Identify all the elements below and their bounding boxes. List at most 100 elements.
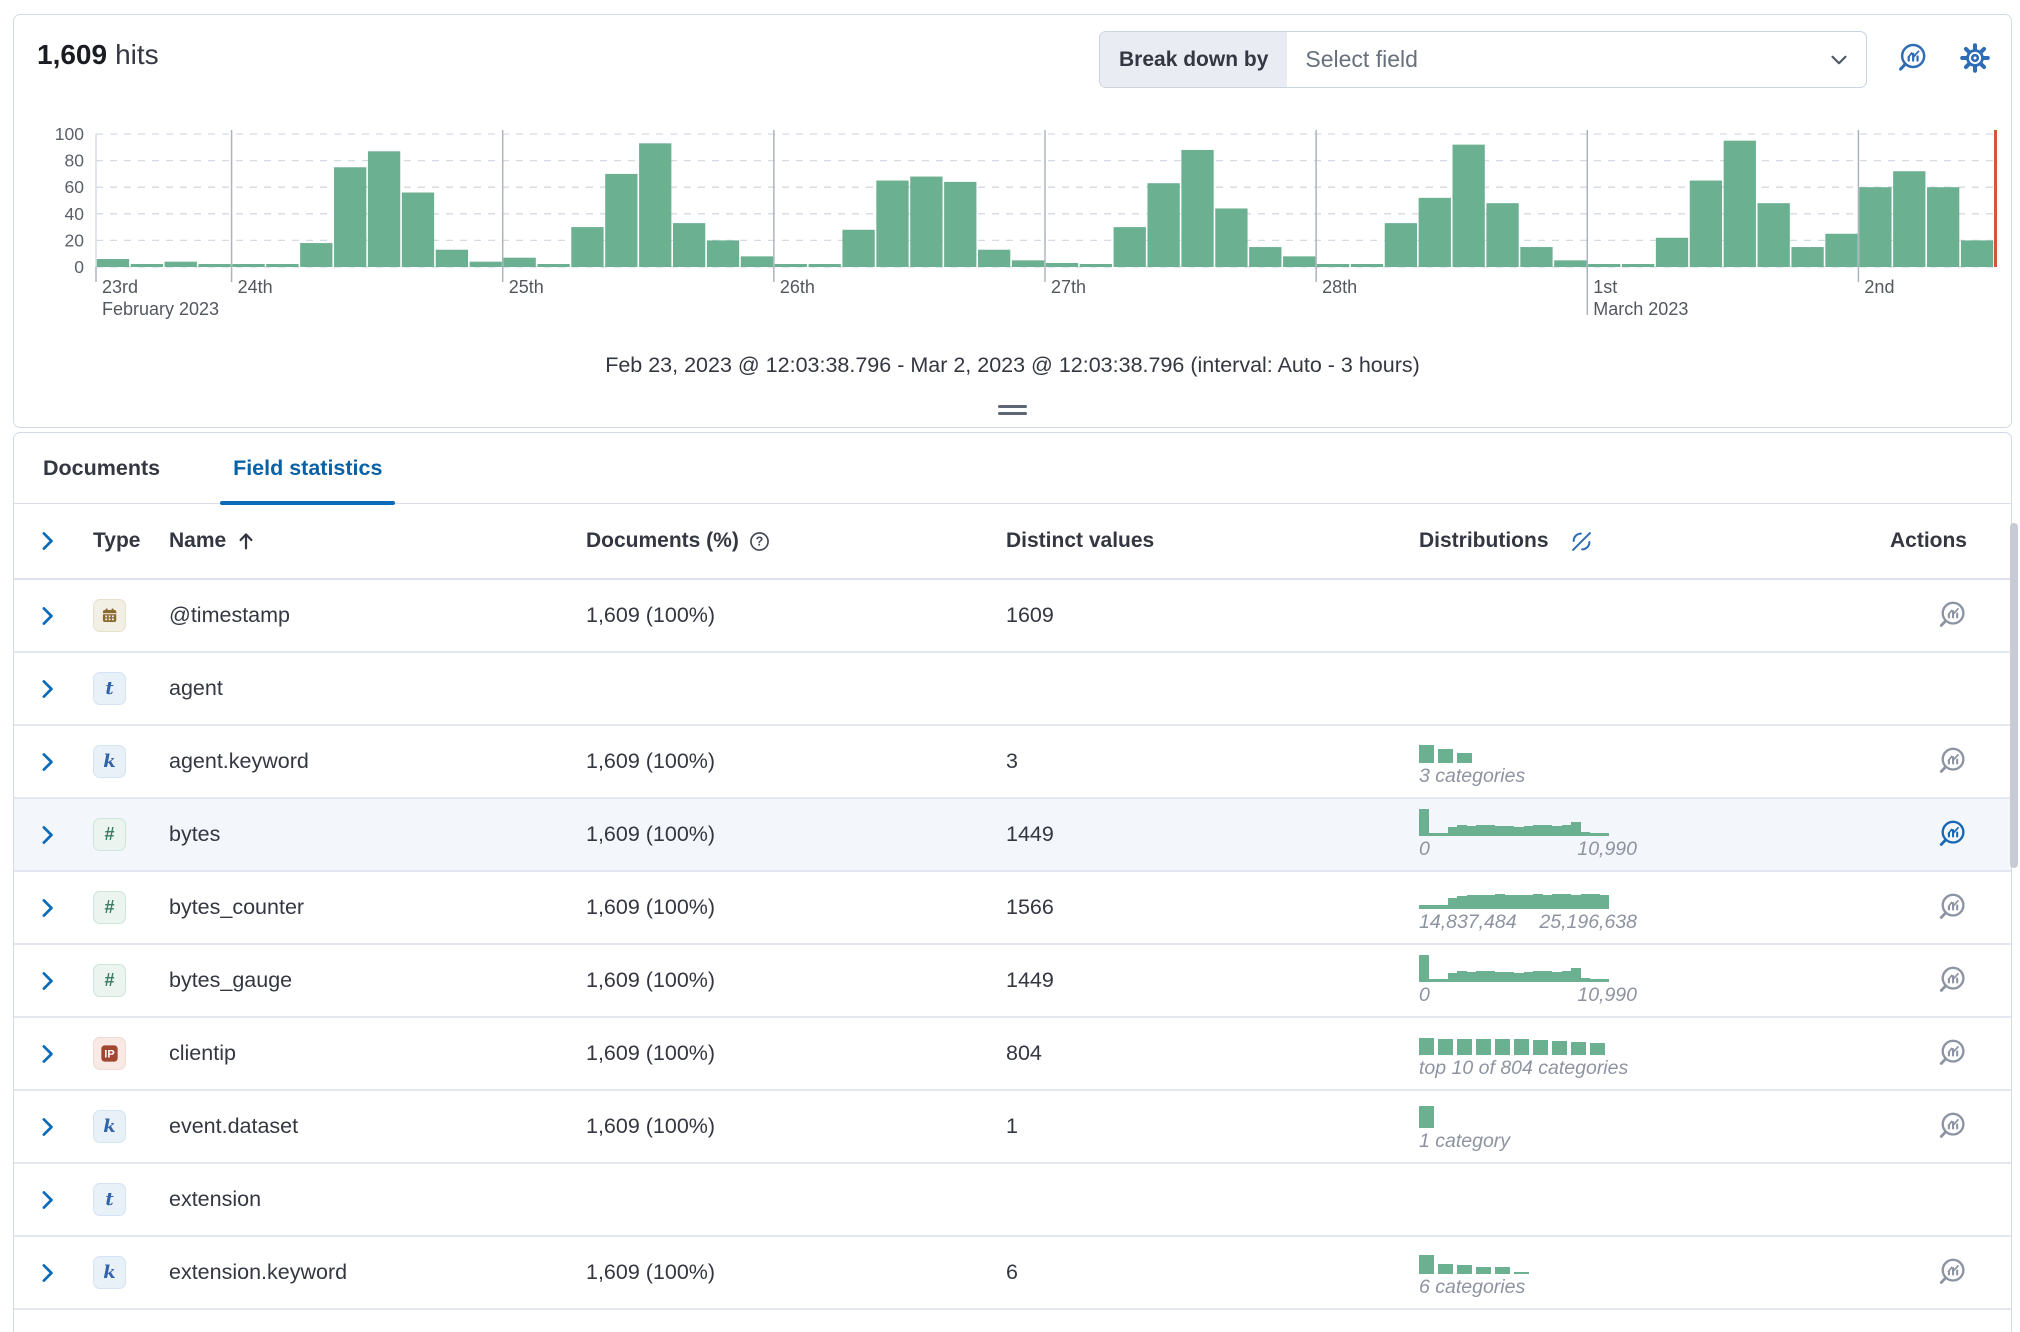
svg-text:26th: 26th (780, 277, 815, 297)
question-circle-icon[interactable]: ? (748, 530, 771, 553)
documents-percent: 1,609 (100%) (586, 749, 1006, 774)
svg-text:23rd: 23rd (102, 277, 138, 297)
hits-histogram-chart[interactable]: 02040608010023rdFebruary 202324th25th26t… (14, 126, 2013, 329)
field-visualize-button[interactable] (1936, 746, 1967, 777)
field-name: event.dataset (169, 1114, 586, 1139)
expand-row-button[interactable] (37, 1189, 59, 1211)
expand-row-button[interactable] (37, 897, 59, 919)
chart-options-button[interactable] (1955, 40, 1995, 80)
scrollbar-thumb[interactable] (2010, 523, 2018, 868)
documents-percent: 1,609 (100%) (586, 822, 1006, 847)
table-row: #bytes1,609 (100%)1449010,990 (14, 799, 2011, 872)
distributions-toggle-icon[interactable] (1568, 528, 1595, 555)
distinct-values: 1 (1006, 1114, 1419, 1139)
field-visualize-button[interactable] (1936, 965, 1967, 996)
distribution-preview[interactable]: top 10 of 804 categories (1419, 1028, 1879, 1080)
field-visualize-button[interactable] (1936, 1111, 1967, 1142)
table-row (14, 1310, 2011, 1332)
field-name: extension.keyword (169, 1260, 586, 1285)
svg-text:20: 20 (65, 230, 85, 250)
field-visualize-button[interactable] (1936, 1257, 1967, 1288)
svg-text:24th: 24th (238, 277, 273, 297)
svg-text:IP: IP (104, 1049, 114, 1061)
distinct-values: 804 (1006, 1041, 1419, 1066)
distinct-values: 1449 (1006, 822, 1419, 847)
inspect-chart-button[interactable] (1891, 40, 1931, 80)
field-type-icon-date (93, 599, 126, 632)
distinct-values: 1449 (1006, 968, 1419, 993)
documents-percent: 1,609 (100%) (586, 895, 1006, 920)
tab-documents[interactable]: Documents (30, 433, 173, 503)
expand-row-button[interactable] (37, 1116, 59, 1138)
expand-all-button[interactable] (37, 530, 59, 552)
expand-row-button[interactable] (37, 751, 59, 773)
gear-icon (1959, 42, 1991, 77)
field-name: agent.keyword (169, 749, 586, 774)
field-name: @timestamp (169, 603, 586, 628)
chart-magnifier-icon (1895, 42, 1928, 78)
distinct-values: 1609 (1006, 603, 1419, 628)
column-header-actions: Actions (1879, 529, 2011, 553)
sort-ascending-icon (235, 530, 257, 552)
field-type-icon-number: # (93, 964, 126, 997)
field-type-icon-keyword: k (93, 1256, 126, 1289)
table-row: @timestamp1,609 (100%)1609 (14, 580, 2011, 653)
svg-text:100: 100 (55, 126, 84, 144)
expand-row-button[interactable] (37, 678, 59, 700)
hits-count: 1,609 (37, 39, 107, 70)
table-row: kevent.dataset1,609 (100%)11 category (14, 1091, 2011, 1164)
field-visualize-button[interactable] (1936, 819, 1967, 850)
distribution-preview[interactable]: 010,990 (1419, 809, 1879, 861)
expand-row-button[interactable] (37, 605, 59, 627)
column-header-distinct-values: Distinct values (1006, 529, 1419, 553)
expand-row-button[interactable] (37, 1043, 59, 1065)
documents-percent: 1,609 (100%) (586, 1114, 1006, 1139)
table-row: IPclientip1,609 (100%)804top 10 of 804 c… (14, 1018, 2011, 1091)
expand-row-button[interactable] (37, 1262, 59, 1284)
svg-text:0: 0 (74, 257, 84, 277)
field-name: extension (169, 1187, 586, 1212)
field-type-icon-text: t (93, 672, 126, 705)
distribution-preview[interactable]: 010,990 (1419, 955, 1879, 1007)
distribution-preview[interactable]: 3 categories (1419, 736, 1879, 788)
expand-row-button[interactable] (37, 970, 59, 992)
time-range-caption: Feb 23, 2023 @ 12:03:38.796 - Mar 2, 202… (14, 353, 2011, 378)
table-row: # bytes_gauge1,609 (100%)1449010,990 (14, 945, 2011, 1018)
field-type-icon-number: # (93, 891, 126, 924)
distribution-preview[interactable]: 1 category (1419, 1101, 1879, 1153)
tab-bar: Documents Field statistics (14, 433, 2011, 504)
field-visualize-button[interactable] (1936, 1038, 1967, 1069)
column-header-documents: Documents (%) ? (586, 529, 1006, 553)
tab-field-statistics[interactable]: Field statistics (220, 433, 395, 503)
field-type-icon-text: t (93, 1183, 126, 1216)
chart-controls: Break down by Select field (1099, 31, 1995, 88)
table-header-row: Type Name Documents (%) ? Distinct value… (14, 504, 2011, 580)
table-row: t extension (14, 1164, 2011, 1237)
field-table-body: @timestamp1,609 (100%)1609tagentkagent.k… (14, 580, 2011, 1332)
documents-percent: 1,609 (100%) (586, 968, 1006, 993)
field-name: agent (169, 676, 586, 701)
table-row: #bytes_counter1,609 (100%)156614,837,484… (14, 872, 2011, 945)
column-header-distributions: Distributions (1419, 528, 1879, 555)
field-name: bytes_gauge (169, 968, 586, 993)
documents-percent: 1,609 (100%) (586, 1260, 1006, 1285)
svg-text:80: 80 (65, 151, 85, 171)
discover-field-statistics-page: 1,609hits Break down by Select field 020… (0, 0, 2020, 1332)
svg-text:?: ? (756, 534, 764, 548)
distribution-preview[interactable]: 14,837,48425,196,638 (1419, 882, 1879, 934)
svg-text:2nd: 2nd (1864, 277, 1894, 297)
svg-text:1st: 1st (1593, 277, 1617, 297)
field-visualize-button[interactable] (1936, 600, 1967, 631)
chart-resize-handle[interactable] (14, 405, 2011, 415)
field-name: bytes_counter (169, 895, 586, 920)
field-visualize-button[interactable] (1936, 892, 1967, 923)
table-row: kagent.keyword1,609 (100%)33 categories (14, 726, 2011, 799)
distribution-preview[interactable]: 6 categories (1419, 1247, 1879, 1299)
column-header-name[interactable]: Name (169, 529, 586, 553)
expand-row-button[interactable] (37, 824, 59, 846)
distinct-values: 6 (1006, 1260, 1419, 1285)
breakdown-select[interactable]: Break down by Select field (1099, 31, 1867, 88)
field-type-icon-keyword: k (93, 745, 126, 778)
svg-text:60: 60 (65, 177, 85, 197)
column-header-type: Type (93, 529, 169, 553)
